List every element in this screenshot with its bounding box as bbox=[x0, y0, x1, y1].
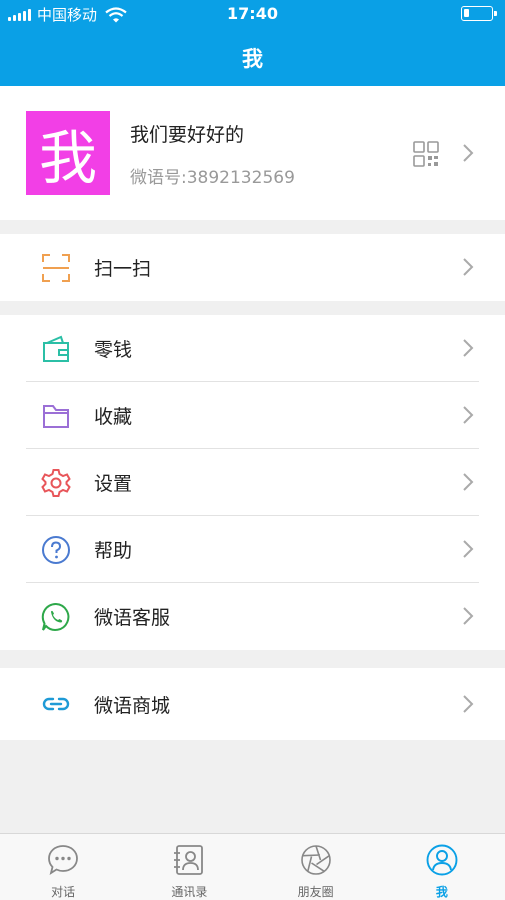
menu-item-label: 零钱 bbox=[94, 339, 133, 361]
chevron-right-icon bbox=[463, 540, 474, 558]
chat-bubble-icon bbox=[48, 845, 79, 875]
menu-item-help[interactable]: 帮助 bbox=[0, 516, 505, 583]
profile-account-id: 微语号:3892132569 bbox=[130, 168, 295, 188]
menu-item-label: 扫一扫 bbox=[94, 258, 152, 280]
tab-label: 朋友圈 bbox=[297, 885, 334, 899]
menu-group-scan: 扫一扫 bbox=[0, 234, 505, 301]
wallet-icon bbox=[43, 335, 69, 362]
status-time: 17:40 bbox=[227, 4, 278, 23]
tab-me[interactable]: 我 bbox=[379, 834, 505, 900]
chevron-right-icon bbox=[463, 695, 474, 713]
battery-icon bbox=[461, 6, 497, 21]
link-icon bbox=[42, 697, 70, 711]
menu-item-label: 微语商城 bbox=[94, 695, 171, 717]
menu-item-settings[interactable]: 设置 bbox=[0, 449, 505, 516]
menu-group-main: 零钱 收藏 设置 帮助 微语客服 bbox=[0, 315, 505, 650]
menu-item-scan[interactable]: 扫一扫 bbox=[0, 234, 505, 301]
tab-contacts[interactable]: 通讯录 bbox=[126, 834, 252, 900]
chevron-right-icon bbox=[463, 406, 474, 424]
menu-item-label: 设置 bbox=[94, 473, 133, 495]
menu-group-mall: 微语商城 bbox=[0, 668, 505, 740]
menu-item-favorites[interactable]: 收藏 bbox=[0, 382, 505, 449]
menu-item-label: 收藏 bbox=[94, 406, 133, 428]
profile-card[interactable]: 我 我们要好好的 微语号:3892132569 bbox=[0, 86, 505, 220]
menu-item-customer-service[interactable]: 微语客服 bbox=[0, 583, 505, 650]
top-bar: 中国移动 17:40 我 bbox=[0, 0, 505, 86]
chevron-right-icon bbox=[463, 144, 474, 162]
chevron-right-icon bbox=[463, 473, 474, 491]
contacts-icon bbox=[174, 845, 204, 875]
menu-item-label: 帮助 bbox=[94, 540, 133, 562]
chevron-right-icon bbox=[463, 607, 474, 625]
page-title: 我 bbox=[242, 47, 263, 71]
profile-nickname: 我们要好好的 bbox=[130, 124, 245, 146]
scan-icon bbox=[42, 254, 70, 282]
tab-moments[interactable]: 朋友圈 bbox=[253, 834, 379, 900]
battery-level bbox=[464, 9, 469, 17]
gear-icon bbox=[41, 469, 71, 497]
bottom-tab-bar: 对话 通讯录 朋友圈 我 bbox=[0, 833, 505, 900]
menu-item-mall[interactable]: 微语商城 bbox=[0, 668, 505, 740]
chat-phone-icon bbox=[41, 602, 70, 631]
tab-label: 我 bbox=[435, 885, 448, 899]
tab-label: 通讯录 bbox=[171, 885, 208, 899]
tab-label: 对话 bbox=[51, 885, 76, 899]
person-icon bbox=[426, 844, 458, 876]
tab-chats[interactable]: 对话 bbox=[0, 834, 126, 900]
status-bar: 中国移动 17:40 bbox=[0, 0, 505, 28]
folder-icon bbox=[43, 405, 69, 428]
menu-item-wallet[interactable]: 零钱 bbox=[0, 315, 505, 382]
help-icon bbox=[42, 536, 70, 564]
chevron-right-icon bbox=[463, 258, 474, 276]
menu-item-label: 微语客服 bbox=[94, 607, 171, 629]
avatar[interactable]: 我 bbox=[26, 111, 110, 195]
aperture-icon bbox=[300, 845, 331, 875]
chevron-right-icon bbox=[463, 339, 474, 357]
qr-code-icon[interactable] bbox=[413, 141, 439, 167]
